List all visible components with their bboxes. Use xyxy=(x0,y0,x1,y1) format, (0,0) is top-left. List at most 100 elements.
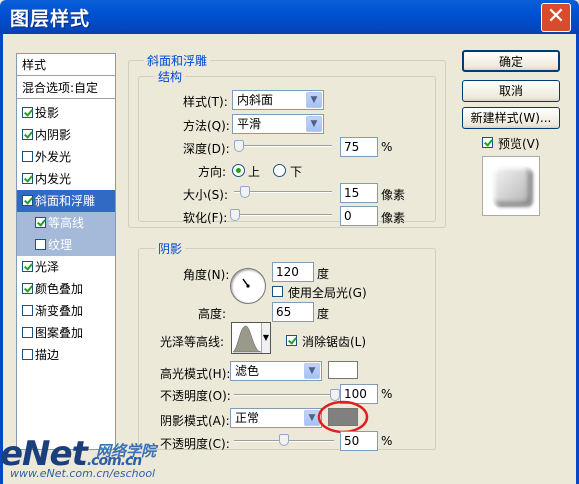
close-button[interactable]: ✕ xyxy=(541,3,571,32)
checkbox-icon[interactable] xyxy=(22,129,33,140)
size-input[interactable]: 15 xyxy=(340,183,378,203)
style-list-item-label: 投影 xyxy=(35,106,60,120)
chevron-down-icon: ▼ xyxy=(306,92,322,108)
checkbox-icon xyxy=(482,137,493,148)
checkbox-icon[interactable] xyxy=(22,349,33,360)
soften-input[interactable]: 0 xyxy=(340,206,378,226)
depth-input[interactable]: 75 xyxy=(340,137,378,157)
soften-slider-track[interactable] xyxy=(234,214,332,216)
style-list-item[interactable]: 渐变叠加 xyxy=(17,300,115,322)
style-preview xyxy=(482,156,540,216)
gloss-contour-label: 光泽等高线: xyxy=(160,335,225,349)
chevron-down-icon: ▼ xyxy=(261,323,270,353)
gloss-contour-picker[interactable]: ▼ xyxy=(231,322,271,354)
direction-up-radio[interactable] xyxy=(232,164,245,177)
highlight-color-swatch[interactable] xyxy=(328,361,358,379)
style-label: 样式(T): xyxy=(183,95,228,109)
bevel-emboss-title: 斜面和浮雕 xyxy=(144,52,211,69)
new-style-button[interactable]: 新建样式(W)... xyxy=(462,107,560,129)
depth-slider-track[interactable] xyxy=(234,145,332,147)
style-list-item[interactable]: 等高线 xyxy=(17,212,115,234)
highlight-opacity-track[interactable] xyxy=(234,394,334,396)
shadow-opacity-input[interactable]: 50 xyxy=(340,431,378,451)
style-list-item[interactable]: 内阴影 xyxy=(17,124,115,146)
antialias-checkbox[interactable] xyxy=(286,334,299,348)
antialias-label: 消除锯齿(L) xyxy=(302,335,367,349)
depth-unit: % xyxy=(381,140,393,154)
soften-slider-thumb[interactable] xyxy=(230,209,240,221)
checkbox-icon[interactable] xyxy=(22,173,33,184)
chevron-down-icon: ▼ xyxy=(304,363,320,379)
depth-slider-thumb[interactable] xyxy=(234,140,244,152)
style-select-value: 内斜面 xyxy=(237,93,274,107)
highlight-circle-annotation xyxy=(317,400,369,434)
highlight-mode-value: 滤色 xyxy=(235,364,260,378)
style-list-item-label: 等高线 xyxy=(48,216,85,230)
angle-dial[interactable] xyxy=(230,268,266,304)
preview-swatch xyxy=(493,167,531,205)
size-unit: 像素 xyxy=(381,188,406,202)
shadow-opacity-unit: % xyxy=(381,434,393,448)
watermark-url: www.eNet.com.cn/eschool xyxy=(10,467,156,480)
size-slider-thumb[interactable] xyxy=(240,186,250,198)
angle-unit: 度 xyxy=(317,267,330,281)
style-list-item[interactable]: 外发光 xyxy=(17,146,115,168)
checkbox-icon[interactable] xyxy=(22,195,33,206)
shadow-mode-select[interactable]: 正常 ▼ xyxy=(230,408,322,428)
style-list-item[interactable]: 描边 xyxy=(17,344,115,366)
shadow-mode-label: 阴影模式(A): xyxy=(160,414,230,428)
style-list-item-label: 纹理 xyxy=(48,238,73,252)
style-list-item-label: 内阴影 xyxy=(35,128,72,142)
preview-checkbox[interactable] xyxy=(482,136,495,150)
global-light-checkbox[interactable] xyxy=(272,285,285,299)
style-list-item[interactable]: 颜色叠加 xyxy=(17,278,115,300)
checkbox-icon[interactable] xyxy=(22,151,33,162)
global-light-label: 使用全局光(G) xyxy=(288,286,367,300)
style-list-item-label: 斜面和浮雕 xyxy=(35,194,96,208)
style-list-item[interactable]: 图案叠加 xyxy=(17,322,115,344)
direction-down-radio[interactable] xyxy=(273,164,286,177)
chevron-down-icon: ▼ xyxy=(306,116,322,132)
shading-title: 阴影 xyxy=(155,240,186,257)
shadow-opacity-thumb[interactable] xyxy=(279,434,289,446)
style-list-item[interactable]: 投影 xyxy=(17,102,115,124)
style-list-item-label: 渐变叠加 xyxy=(35,304,84,318)
checkbox-icon[interactable] xyxy=(22,327,33,338)
technique-select[interactable]: 平滑 ▼ xyxy=(232,114,324,134)
style-list-item[interactable]: 斜面和浮雕 xyxy=(17,190,115,212)
style-list-item-label: 外发光 xyxy=(35,150,72,164)
highlight-opacity-unit: % xyxy=(381,387,393,401)
shadow-mode-value: 正常 xyxy=(235,411,260,425)
angle-label: 角度(N): xyxy=(183,268,230,282)
soften-label: 软化(F): xyxy=(183,211,228,225)
ok-button[interactable]: 确定 xyxy=(462,50,560,72)
cancel-button[interactable]: 取消 xyxy=(462,80,560,102)
shadow-opacity-label: 不透明度(C): xyxy=(160,437,230,451)
checkbox-icon xyxy=(286,335,297,346)
style-select[interactable]: 内斜面 ▼ xyxy=(232,90,324,110)
angle-input[interactable]: 120 xyxy=(272,262,314,282)
style-list-item-label: 描边 xyxy=(35,348,60,362)
highlight-mode-label: 高光模式(H): xyxy=(160,367,231,381)
checkbox-icon[interactable] xyxy=(22,261,33,272)
highlight-opacity-label: 不透明度(O): xyxy=(160,389,231,403)
style-list-item[interactable]: 内发光 xyxy=(17,168,115,190)
style-list-item[interactable]: 纹理 xyxy=(17,234,115,256)
blending-options[interactable]: 混合选项:自定 xyxy=(17,77,115,99)
checkbox-icon[interactable] xyxy=(22,107,33,118)
contour-preview-icon xyxy=(232,325,262,353)
checkbox-icon[interactable] xyxy=(22,283,33,294)
preview-label: 预览(V) xyxy=(498,137,540,151)
checkbox-icon[interactable] xyxy=(35,239,46,250)
style-list-item-label: 光泽 xyxy=(35,260,60,274)
altitude-input[interactable]: 65 xyxy=(272,302,314,322)
style-list-item[interactable]: 光泽 xyxy=(17,256,115,278)
direction-up-label: 上 xyxy=(248,165,261,179)
depth-label: 深度(D): xyxy=(183,142,230,156)
styles-header[interactable]: 样式 xyxy=(17,54,115,76)
style-list-item-label: 颜色叠加 xyxy=(35,282,84,296)
checkbox-icon[interactable] xyxy=(22,305,33,316)
checkbox-icon[interactable] xyxy=(35,217,46,228)
highlight-mode-select[interactable]: 滤色 ▼ xyxy=(230,361,322,381)
altitude-label: 高度: xyxy=(198,307,227,321)
